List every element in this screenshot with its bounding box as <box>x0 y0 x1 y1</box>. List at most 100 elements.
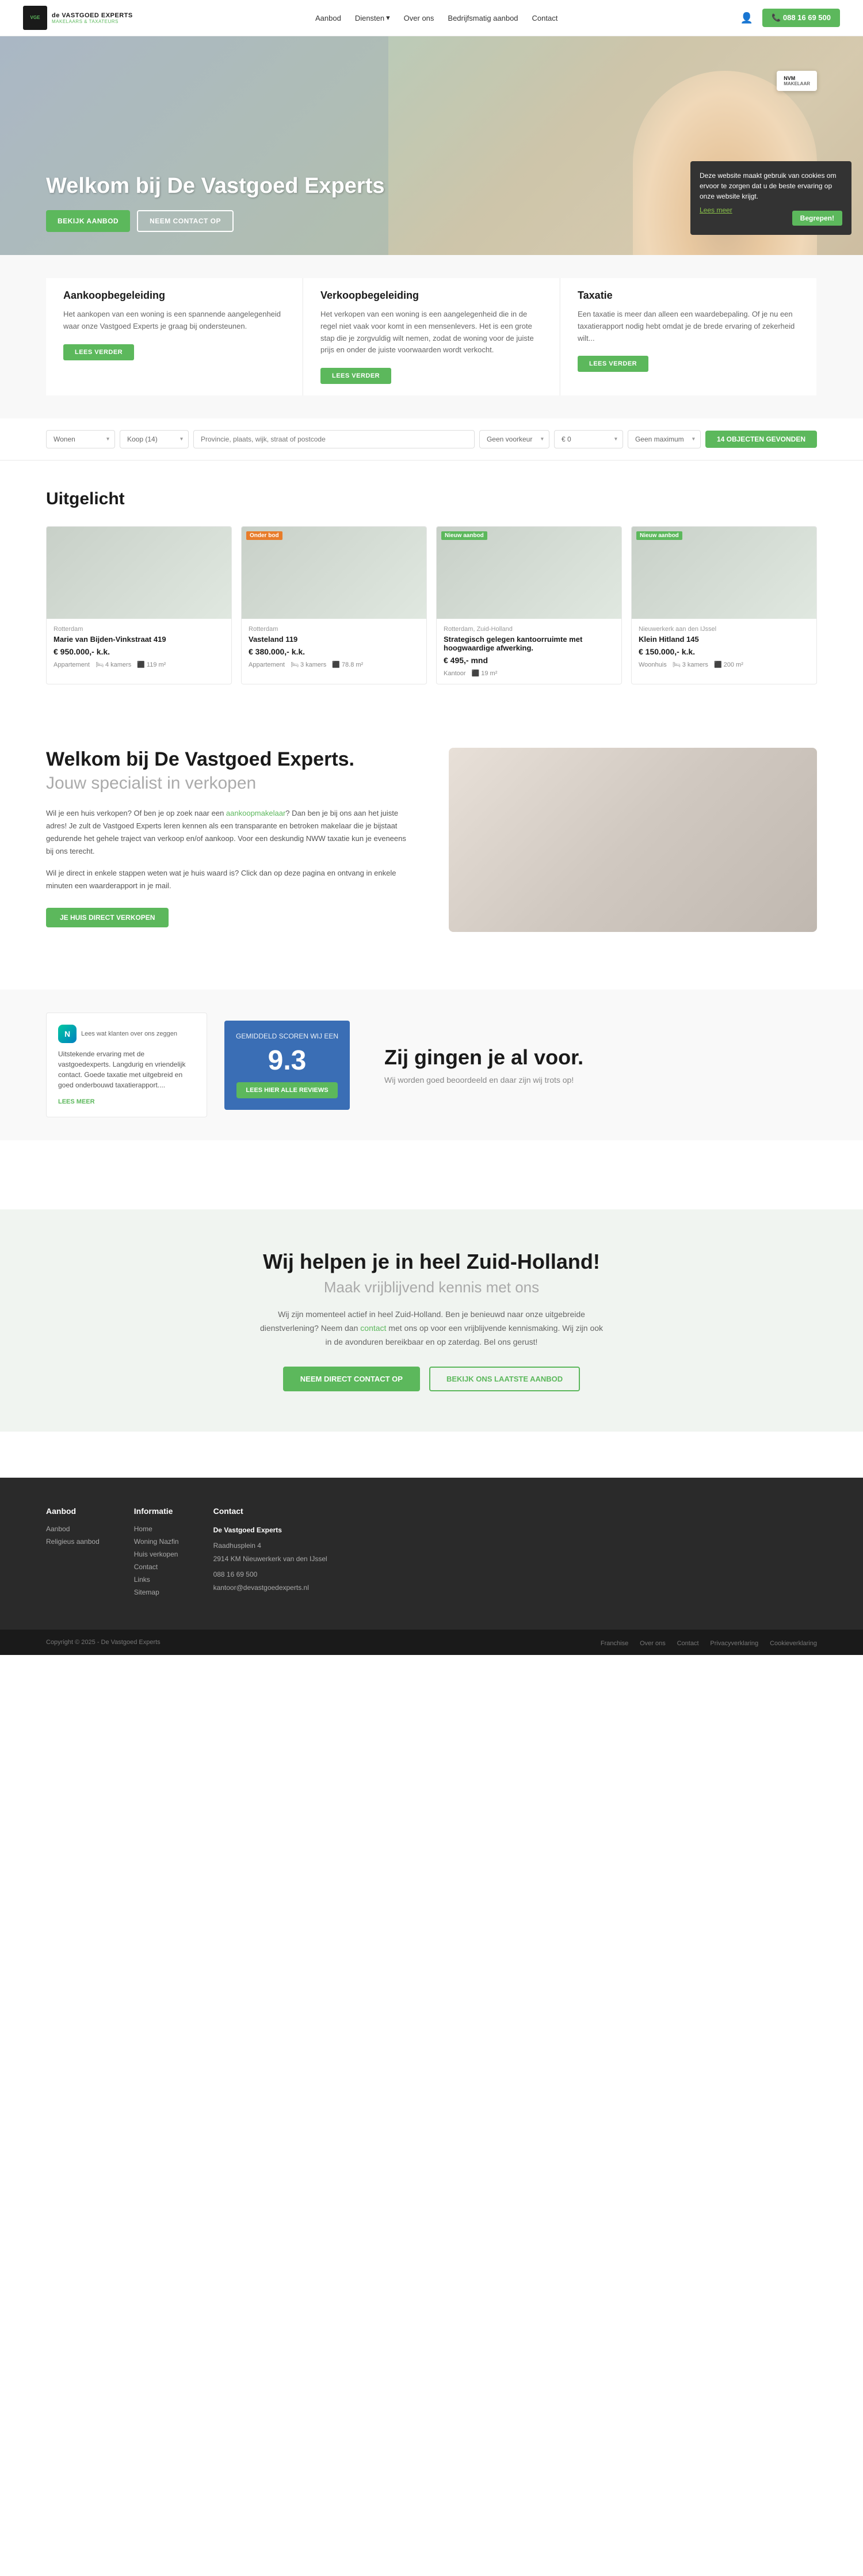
property-type-4: Woonhuis <box>639 661 667 668</box>
service-aankoopbegeleiding: Aankoopbegeleiding Het aankopen van een … <box>46 278 302 395</box>
service-verkoopbegeleiding: Verkoopbegeleiding Het verkopen van een … <box>303 278 559 395</box>
phone-button[interactable]: 📞 088 16 69 500 <box>762 9 840 27</box>
property-type-2: Appartement <box>249 661 285 668</box>
sh-contact-link[interactable]: contact <box>360 1323 386 1333</box>
property-type-1: Appartement <box>54 661 90 668</box>
footer-link-sitemap[interactable]: Sitemap <box>134 1588 179 1596</box>
review-logo: N Lees wat klanten over ons zeggen <box>58 1025 195 1043</box>
logo[interactable]: VGE de VASTGOED EXPERTS MAKELAARS & TAXA… <box>23 6 133 30</box>
koop-select[interactable]: Koop (14) Huur <box>120 430 189 448</box>
property-card-4[interactable]: Nieuw aanbod Nieuwerkerk aan den IJssel … <box>631 526 817 684</box>
service-text-2: Het verkopen van een woning is een aange… <box>320 309 542 356</box>
nav-diensten[interactable]: Diensten ▾ <box>355 13 390 22</box>
spacer-3 <box>0 1455 863 1478</box>
featured-title: Uitgelicht <box>46 489 817 509</box>
aanbod-button[interactable]: BEKIJK ONS LAATSTE AANBOD <box>429 1367 580 1391</box>
property-type-3: Kantoor <box>444 669 466 677</box>
objecttype-select[interactable]: Objecttype Geen voorkeur <box>479 430 549 448</box>
nav-aanbod[interactable]: Aanbod <box>315 14 341 22</box>
footer-franchise-link[interactable]: Franchise <box>601 1640 628 1647</box>
property-size-1: ⬛ 119 m² <box>137 661 166 668</box>
property-rooms-1: 🛏 4 kamers <box>96 661 131 668</box>
sh-buttons: NEEM DIRECT CONTACT OP BEKIJK ONS LAATST… <box>46 1367 817 1391</box>
koop-select-wrap: Koop (14) Huur <box>120 430 189 448</box>
review-text: Uitstekende ervaring met de vastgoedexpe… <box>58 1049 195 1090</box>
footer-link-religieus[interactable]: Religieus aanbod <box>46 1538 100 1546</box>
footer-link-links[interactable]: Links <box>134 1576 179 1584</box>
property-card-3[interactable]: Nieuw aanbod Rotterdam, Zuid-Holland Str… <box>436 526 622 684</box>
cookie-accept-button[interactable]: Begrepen! <box>792 211 842 226</box>
footer-link-woning[interactable]: Woning Nazfin <box>134 1538 179 1546</box>
property-image-3: Nieuw aanbod <box>437 527 621 619</box>
welcome-right <box>449 748 817 932</box>
nav-over-ons[interactable]: Over ons <box>404 14 434 22</box>
spacer-2 <box>0 1140 863 1186</box>
all-reviews-button[interactable]: LEES HIER ALLE REVIEWS <box>236 1082 337 1098</box>
footer-contact-link[interactable]: Contact <box>677 1640 699 1647</box>
contact-button[interactable]: NEEM DIRECT CONTACT OP <box>283 1367 420 1391</box>
score-value: 9.3 <box>236 1045 338 1076</box>
footer-privacy-link[interactable]: Privacyverklaring <box>710 1640 758 1647</box>
footer-col1-title: Aanbod <box>46 1506 100 1516</box>
property-rooms-4: 🛏 3 kamers <box>673 661 708 668</box>
reviews-text: Zij gingen je al voor. Wij worden goed b… <box>367 1045 817 1085</box>
footer-main: Aanbod Aanbod Religieus aanbod Informati… <box>0 1478 863 1630</box>
service-taxatie: Taxatie Een taxatie is meer dan alleen e… <box>560 278 816 395</box>
nav-links: Aanbod Diensten ▾ Over ons Bedrijfsmatig… <box>315 13 557 22</box>
sell-button[interactable]: JE HUIS DIRECT VERKOPEN <box>46 908 169 927</box>
welcome-left: Welkom bij De Vastgoed Experts. Jouw spe… <box>46 748 414 932</box>
type-select[interactable]: Type Wonen <box>46 430 115 448</box>
nav-contact[interactable]: Contact <box>532 14 558 22</box>
navbar: VGE de VASTGOED EXPERTS MAKELAARS & TAXA… <box>0 0 863 36</box>
footer-company-name: De Vastgoed Experts <box>213 1525 327 1536</box>
footer-col3-title: Contact <box>213 1506 327 1516</box>
score-card: GEMIDDELD SCOREN WIJ EEN 9.3 LEES HIER A… <box>224 1021 350 1110</box>
service-text-1: Het aankopen van een woning is een spann… <box>63 309 285 333</box>
footer-over-ons-link[interactable]: Over ons <box>640 1640 666 1647</box>
sh-title: Wij helpen je in heel Zuid-Holland! <box>46 1250 817 1274</box>
service-btn-1[interactable]: LEES VERDER <box>63 344 134 360</box>
footer-link-home[interactable]: Home <box>134 1525 179 1533</box>
search-button[interactable]: 14 OBJECTEN GEVONDEN <box>705 431 817 448</box>
service-btn-2[interactable]: LEES VERDER <box>320 368 391 384</box>
nav-bedrijfsmatig[interactable]: Bedrijfsmatig aanbod <box>448 14 518 22</box>
cookie-text: Deze website maakt gebruik van cookies o… <box>700 170 842 201</box>
property-card-2[interactable]: Onder bod Rotterdam Vasteland 119 € 380.… <box>241 526 427 684</box>
footer-col-aanbod: Aanbod Aanbod Religieus aanbod <box>46 1506 100 1601</box>
welcome-title-2: Experts. <box>277 748 354 770</box>
welcome-link-makelaar[interactable]: aankoopmakelaar <box>226 809 285 817</box>
sh-text: Wij zijn momenteel actief in heel Zuid-H… <box>259 1308 604 1349</box>
property-info-2: Rotterdam Vasteland 119 € 380.000,- k.k.… <box>242 619 426 675</box>
cookie-link[interactable]: Lees meer <box>700 206 732 214</box>
property-rooms-2: 🛏 3 kamers <box>291 661 326 668</box>
property-city-3: Rotterdam, Zuid-Holland <box>444 626 614 633</box>
spacer-1 <box>0 967 863 990</box>
property-info-3: Rotterdam, Zuid-Holland Strategisch gele… <box>437 619 621 684</box>
footer-cookies-link[interactable]: Cookieverklaring <box>770 1640 817 1647</box>
objecttype-select-wrap: Objecttype Geen voorkeur <box>479 430 549 448</box>
sh-subtitle: Maak vrijblijvend kennis met ons <box>46 1279 817 1296</box>
property-price-3: € 495,- mnd <box>444 656 614 665</box>
search-bar: Type Wonen Koop (14) Huur Objecttype Gee… <box>0 418 863 461</box>
footer-link-aanbod[interactable]: Aanbod <box>46 1525 100 1533</box>
footer-link-contact[interactable]: Contact <box>134 1563 179 1571</box>
footer-email: kantoor@devastgoedexperts.nl <box>213 1582 327 1593</box>
property-card-1[interactable]: Rotterdam Marie van Bijden-Vinkstraat 41… <box>46 526 232 684</box>
property-size-4: ⬛ 200 m² <box>714 661 743 668</box>
footer-link-huis-verkopen[interactable]: Huis verkopen <box>134 1550 179 1558</box>
review-read-more[interactable]: LEES MEER <box>58 1098 95 1105</box>
footer-col-informatie: Informatie Home Woning Nazfin Huis verko… <box>134 1506 179 1601</box>
cookie-banner: Deze website maakt gebruik van cookies o… <box>690 161 851 235</box>
price-from-select[interactable]: Van € 0 <box>554 430 623 448</box>
province-input[interactable] <box>193 430 475 448</box>
hero-primary-button[interactable]: BEKIJK AANBOD <box>46 210 130 232</box>
footer-bottom: Copyright © 2025 - De Vastgoed Experts F… <box>0 1630 863 1655</box>
service-btn-3[interactable]: LEES VERDER <box>578 356 648 372</box>
type-select-wrap: Type Wonen <box>46 430 115 448</box>
person-icon[interactable]: 👤 <box>740 12 753 24</box>
price-to-select[interactable]: Tot Geen maximum <box>628 430 701 448</box>
property-name-3: Strategisch gelegen kantoorruimte met ho… <box>444 635 614 652</box>
featured-section: Uitgelicht Rotterdam Marie van Bijden-Vi… <box>0 461 863 713</box>
hero-secondary-button[interactable]: NEEM CONTACT OP <box>137 210 234 232</box>
logo-subtext: MAKELAARS & TAXATEURS <box>52 19 133 24</box>
